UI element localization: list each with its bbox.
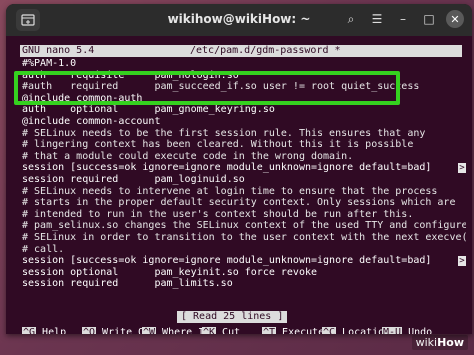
editor-line[interactable]: auth optional pam_gnome_keyring.so <box>22 104 466 116</box>
editor-line[interactable]: session [success=ok ignore=ignore module… <box>22 162 466 174</box>
menu-icon[interactable]: ☰ <box>368 10 386 28</box>
shortcut-key: ^W <box>142 327 157 334</box>
terminal-window: wikihow@wikiHow: ~ ⌕ ☰ – □ ✕ GNU nano 5.… <box>6 4 472 334</box>
editor-line[interactable]: # lingering context has been cleared. Wi… <box>22 139 466 151</box>
editor-line[interactable]: # call. <box>22 244 466 256</box>
shortcut-row: ^G Help ^O Write Out ^W Where Is ^K Cut ^T Execut… <box>22 327 466 334</box>
shortcut-key: M-U <box>382 327 403 334</box>
green-highlight-box <box>14 71 400 105</box>
editor-line[interactable]: # SELinux needs to be the first session … <box>22 128 466 140</box>
editor-line[interactable]: session required pam_loginuid.so <box>22 174 466 186</box>
shortcut-key: ^K <box>202 327 217 334</box>
editor-line[interactable]: # SELinux needs to intervene at login ti… <box>22 186 466 198</box>
line-overflow-marker: > <box>458 163 466 174</box>
editor-line[interactable]: # SELinux in order to transition to the … <box>22 232 466 244</box>
title-bar: wikihow@wikiHow: ~ ⌕ ☰ – □ ✕ <box>6 4 472 36</box>
shortcut-key: ^T <box>262 327 277 334</box>
maximize-icon[interactable]: □ <box>420 10 438 28</box>
shortcut-item: ^T Execute <box>262 327 325 334</box>
wikihow-watermark: wikiHow <box>411 335 468 350</box>
shortcut-label: Help <box>42 327 67 334</box>
close-icon[interactable]: ✕ <box>446 10 464 28</box>
watermark-suffix: How <box>437 336 464 349</box>
shortcut-label: Cut <box>222 327 241 334</box>
shortcut-item: ^O Write Out <box>82 327 156 334</box>
editor-line[interactable]: #%PAM-1.0 <box>22 58 466 70</box>
editor-line[interactable]: # intended to run in the user's context … <box>22 209 466 221</box>
shortcut-key: ^C <box>322 327 337 334</box>
shortcut-key: ^O <box>82 327 97 334</box>
shortcut-item: ^K Cut <box>202 327 262 334</box>
nano-shortcut-bar: ^G Help ^O Write Out ^W Where Is ^K Cut ^T Execut… <box>22 327 466 334</box>
editor-line[interactable]: @include common-account <box>22 116 466 128</box>
minimize-icon[interactable]: – <box>394 10 412 28</box>
editor-line[interactable]: # that a module could execute code in th… <box>22 151 466 163</box>
shortcut-label: Execute <box>282 327 325 334</box>
editor-line[interactable]: # starts in the proper default security … <box>22 197 466 209</box>
shortcut-item: M-U Undo <box>382 327 442 334</box>
shortcut-item: ^C Location <box>322 327 390 334</box>
shortcut-item: ^G Help <box>22 327 82 334</box>
editor-line[interactable]: session optional pam_keyinit.so force re… <box>22 267 466 279</box>
search-icon[interactable]: ⌕ <box>342 10 360 28</box>
watermark-prefix: wiki <box>415 336 438 349</box>
shortcut-key: ^G <box>22 327 37 334</box>
editor-line[interactable]: session [success=ok ignore=ignore module… <box>22 255 466 267</box>
nano-version: GNU nano 5.4 <box>22 45 95 56</box>
line-overflow-marker: > <box>458 256 466 267</box>
shortcut-item: ^W Where Is <box>142 327 210 334</box>
nano-filename: /etc/pam.d/gdm-password * <box>190 45 341 56</box>
editor-line[interactable]: # pam_selinux.so changes the SELinux con… <box>22 220 466 232</box>
nano-status-message: [ Read 25 lines ] <box>177 311 288 323</box>
editor-line[interactable]: session required pam_limits.so <box>22 278 466 290</box>
nano-header-bar: GNU nano 5.4 /etc/pam.d/gdm-password * <box>20 45 462 57</box>
shortcut-label: Undo <box>408 327 433 334</box>
